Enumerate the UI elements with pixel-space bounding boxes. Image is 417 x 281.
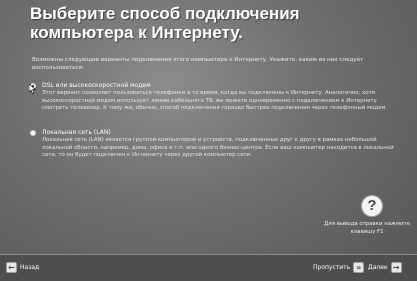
option-dsl[interactable]: DSL или высокоскоростной модем Этот вари… [30,82,400,113]
option-lan-text: Локальная сеть (LAN) Локальная сеть (LAN… [42,129,400,160]
option-dsl-text: DSL или высокоскоростной модем Этот вари… [42,82,400,113]
skip-button[interactable]: Пропустить » [313,261,365,273]
arrow-right-icon: → [390,261,402,273]
skip-icon: » [353,261,365,273]
question-mark-icon[interactable]: ? [361,195,383,217]
next-button[interactable]: Далее → [368,261,402,273]
skip-label: Пропустить [313,263,351,271]
intro-text: Возможны следующие варианты подключения … [32,57,364,71]
back-label: Назад [20,263,40,271]
arrow-left-icon: ← [6,261,17,273]
option-lan[interactable]: Локальная сеть (LAN) Локальная сеть (LAN… [30,129,400,160]
option-lan-description: Локальная сеть (LAN) является группой ко… [42,137,394,159]
back-button[interactable]: ← Назад [6,261,39,273]
radio-lan[interactable] [30,130,36,136]
mouse-cursor-icon [29,84,37,94]
option-dsl-description: Этот вариант позволяет пользоваться теле… [42,90,388,112]
page-title: Выберите способ подключения компьютера к… [30,4,300,42]
help-hint: Для вывода справки нажмите клавишу F1 [324,221,410,235]
option-lan-label[interactable]: Локальная сеть (LAN) [42,129,400,137]
option-dsl-label[interactable]: DSL или высокоскоростной модем [42,82,400,90]
next-label: Далее [368,263,388,271]
